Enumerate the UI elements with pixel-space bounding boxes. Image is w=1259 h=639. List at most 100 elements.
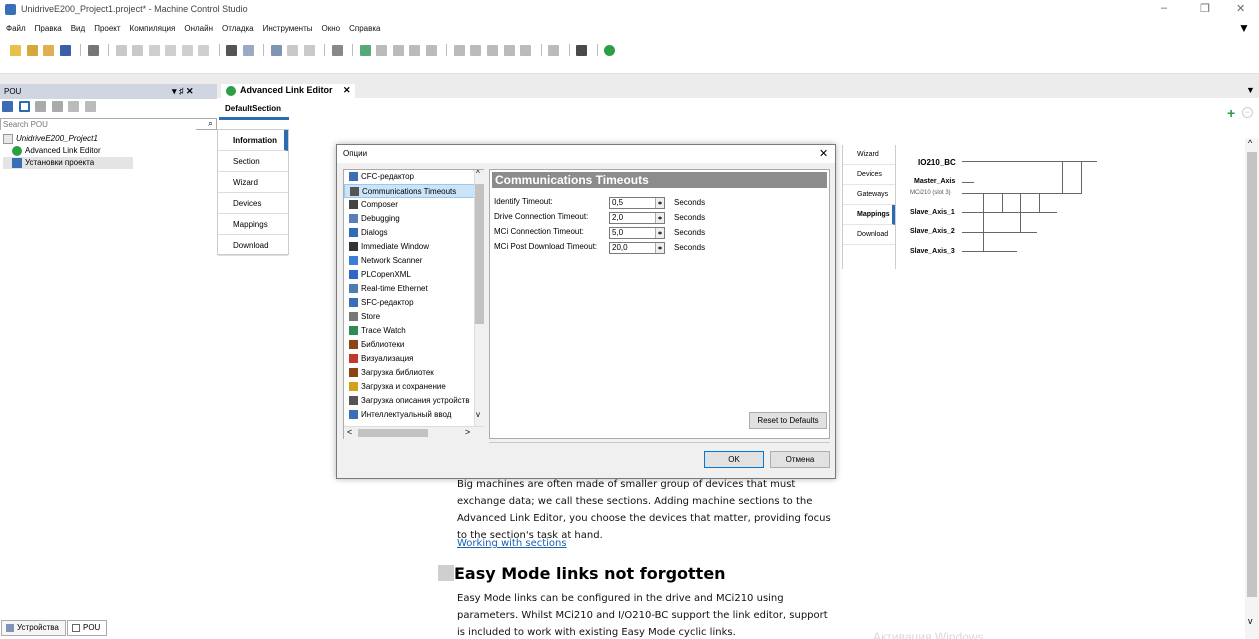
add-section-button[interactable]: + — [1227, 105, 1235, 121]
category-item[interactable]: Store — [344, 310, 483, 324]
category-item[interactable]: Загрузка описания устройств — [344, 394, 483, 408]
undo-icon[interactable] — [115, 44, 127, 56]
menu-online[interactable]: Онлайн — [184, 24, 213, 33]
add-pou-icon[interactable] — [68, 101, 80, 113]
category-item[interactable]: Визуализация — [344, 352, 483, 366]
compile-icon[interactable] — [331, 44, 343, 56]
breakpoint-icon[interactable] — [453, 44, 465, 56]
spinner-icon[interactable] — [655, 198, 664, 208]
refresh-icon[interactable] — [604, 44, 616, 56]
tree-root[interactable]: UnidriveE200_Project1 — [3, 133, 133, 145]
category-item[interactable]: Composer — [344, 198, 483, 212]
open-folder-icon[interactable] — [43, 44, 55, 56]
mini-nav-download[interactable]: Download — [843, 225, 895, 245]
menu-tools[interactable]: Инструменты — [263, 24, 313, 33]
mini-nav-gateways[interactable]: Gateways — [843, 185, 895, 205]
editor-scroll-thumb[interactable] — [1247, 152, 1257, 597]
pou-search-input[interactable] — [1, 119, 196, 130]
step-out-icon[interactable] — [503, 44, 515, 56]
category-item[interactable]: SFC-редактор — [344, 296, 483, 310]
mini-nav-devices[interactable]: Devices — [843, 165, 895, 185]
cut-icon[interactable] — [148, 44, 160, 56]
step-into-icon[interactable] — [486, 44, 498, 56]
drive-connection-timeout-input[interactable]: 2,0 — [609, 212, 665, 224]
category-item[interactable]: Debugging — [344, 212, 483, 226]
stop-icon[interactable] — [409, 44, 421, 56]
menu-help[interactable]: Справка — [349, 24, 380, 33]
pane-controls[interactable]: ▾ ♯ ✕ — [172, 86, 194, 97]
logout-icon[interactable] — [376, 44, 388, 56]
close-tab-button[interactable]: ✕ — [343, 85, 351, 96]
menu-project[interactable]: Проект — [94, 24, 120, 33]
editor-scrollbar[interactable]: ^ v — [1245, 138, 1259, 639]
reset-icon[interactable] — [425, 44, 437, 56]
maximize-button[interactable]: ❐ — [1200, 2, 1210, 15]
category-scroll-thumb[interactable] — [475, 184, 484, 324]
menu-file[interactable]: Файл — [6, 24, 26, 33]
category-hscroll-thumb[interactable] — [358, 429, 428, 437]
delete-icon[interactable] — [198, 44, 210, 56]
nav-mappings[interactable]: Mappings — [218, 214, 288, 235]
pou-search-box[interactable]: ⌕ — [0, 118, 217, 130]
nav-information[interactable]: Information — [218, 130, 288, 151]
category-item[interactable]: Загрузка и сохранение — [344, 380, 483, 394]
menu-view[interactable]: Вид — [71, 24, 85, 33]
ok-button[interactable]: OK — [704, 451, 764, 468]
reset-to-defaults-button[interactable]: Reset to Defaults — [749, 412, 827, 429]
menu-edit[interactable]: Правка — [35, 24, 62, 33]
mci-connection-timeout-input[interactable]: 5,0 — [609, 227, 665, 239]
close-window-button[interactable]: ✕ — [1236, 2, 1245, 15]
properties-icon[interactable] — [303, 44, 315, 56]
mci-post-download-timeout-input[interactable]: 20,0 — [609, 242, 665, 254]
cursor-step-icon[interactable] — [520, 44, 532, 56]
mini-nav-wizard[interactable]: Wizard — [843, 145, 895, 165]
cat-scroll-up-icon[interactable]: ^ — [476, 169, 480, 178]
spinner-icon[interactable] — [655, 213, 664, 223]
dialog-close-button[interactable]: ✕ — [819, 147, 828, 160]
working-with-sections-link[interactable]: Working with sections — [457, 535, 837, 552]
category-item[interactable]: Загрузка библиотек — [344, 366, 483, 380]
nav-devices[interactable]: Devices — [218, 193, 288, 214]
sort-icon[interactable] — [2, 101, 13, 113]
step-over-icon[interactable] — [470, 44, 482, 56]
cat-scroll-down-icon[interactable]: v — [476, 410, 480, 419]
search-icon[interactable]: ⌕ — [208, 118, 213, 129]
toolbar-overflow-icon[interactable]: ▼ — [1238, 21, 1250, 35]
find-icon[interactable] — [226, 44, 238, 56]
category-item[interactable]: Dialogs — [344, 226, 483, 240]
link-icon[interactable] — [18, 101, 30, 113]
scroll-down-icon[interactable]: v — [1248, 616, 1253, 626]
tree-item-project-settings[interactable]: Установки проекта — [3, 157, 133, 169]
start-icon[interactable] — [392, 44, 404, 56]
cat-scroll-left-icon[interactable]: < — [347, 427, 352, 437]
remove-section-button[interactable]: − — [1242, 107, 1253, 118]
category-item[interactable]: Библиотеки — [344, 338, 483, 352]
category-item[interactable]: Immediate Window — [344, 240, 483, 254]
redo-icon[interactable] — [132, 44, 144, 56]
paste-icon[interactable] — [181, 44, 193, 56]
collapse-icon[interactable] — [51, 101, 63, 113]
default-section-tab[interactable]: DefaultSection — [219, 98, 289, 120]
category-item[interactable]: Communications Timeouts — [344, 184, 483, 198]
login-icon[interactable] — [359, 44, 371, 56]
cat-scroll-right-icon[interactable]: > — [465, 427, 470, 437]
force-icon[interactable] — [548, 44, 560, 56]
filter-icon[interactable] — [35, 101, 47, 113]
grid-icon[interactable] — [576, 44, 588, 56]
nav-wizard[interactable]: Wizard — [218, 172, 288, 193]
menu-window[interactable]: Окно — [322, 24, 341, 33]
mini-nav-mappings[interactable]: Mappings — [843, 205, 895, 225]
category-item[interactable]: CFC-редактор — [344, 170, 483, 184]
category-vscroll[interactable]: ^ v — [474, 169, 484, 426]
nav-download[interactable]: Download — [218, 235, 288, 256]
tab-pou[interactable]: POU — [67, 620, 107, 636]
save-icon[interactable] — [59, 44, 71, 56]
category-hscroll[interactable]: < > — [344, 426, 484, 439]
category-item[interactable]: Network Scanner — [344, 254, 483, 268]
spinner-icon[interactable] — [655, 243, 664, 253]
device-icon[interactable] — [270, 44, 282, 56]
scroll-up-icon[interactable]: ^ — [1248, 138, 1252, 148]
category-item[interactable]: Trace Watch — [344, 324, 483, 338]
pou-properties-icon[interactable] — [84, 101, 96, 113]
copy-icon[interactable] — [165, 44, 177, 56]
